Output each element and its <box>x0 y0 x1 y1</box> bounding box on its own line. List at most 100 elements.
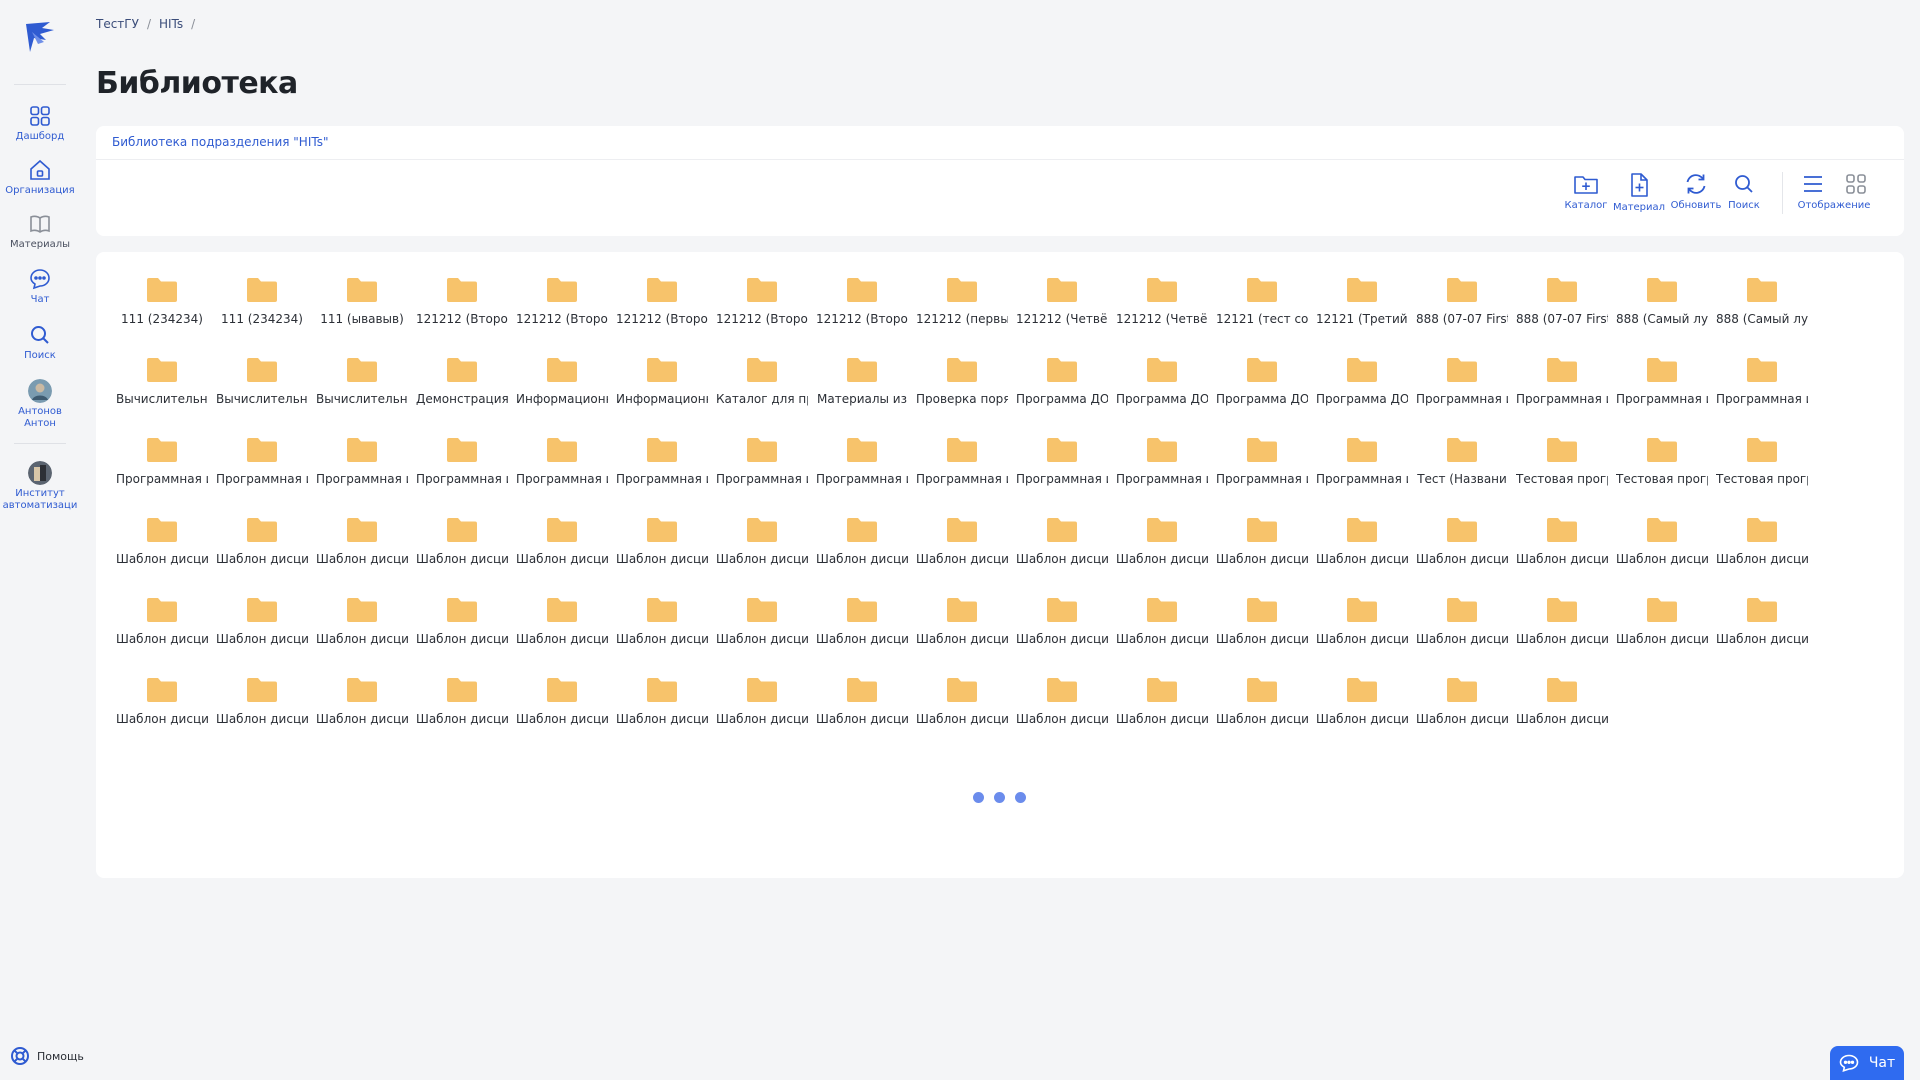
folder-tile[interactable]: Шаблон дисциг <box>1612 590 1712 670</box>
folder-tile[interactable]: Тестовая прогр <box>1712 430 1812 510</box>
folder-tile[interactable]: Программная и <box>1512 350 1612 430</box>
folder-tile[interactable]: Программная и <box>312 430 412 510</box>
folder-tile[interactable]: Шаблон дисциг <box>612 670 712 750</box>
folder-tile[interactable]: Шаблон дисциг <box>1012 670 1112 750</box>
grid-view-icon[interactable] <box>1844 172 1868 196</box>
folder-tile[interactable]: Шаблон дисциг <box>812 590 912 670</box>
folder-tile[interactable]: Материалы из <box>812 350 912 430</box>
folder-tile[interactable]: Шаблон дисциг <box>412 510 512 590</box>
folder-tile[interactable]: Шаблон дисциг <box>1412 510 1512 590</box>
folder-tile[interactable]: 121212 (Второй <box>712 270 812 350</box>
folder-tile[interactable]: Шаблон дисциг <box>1412 670 1512 750</box>
folder-tile[interactable]: Шаблон дисциг <box>1012 590 1112 670</box>
folder-tile[interactable]: 111 (234234) <box>212 270 312 350</box>
folder-tile[interactable]: Тест (Названи <box>1412 430 1512 510</box>
folder-tile[interactable]: Программная и <box>1312 430 1412 510</box>
folder-tile[interactable]: Шаблон дисциг <box>312 590 412 670</box>
folder-tile[interactable]: Шаблон дисциг <box>912 670 1012 750</box>
folder-tile[interactable]: Шаблон дисциг <box>612 510 712 590</box>
breadcrumb-item[interactable]: HITs <box>159 17 183 31</box>
folder-tile[interactable]: Шаблон дисциг <box>1712 510 1812 590</box>
folder-tile[interactable]: Демонстрация <box>412 350 512 430</box>
folder-tile[interactable]: Программная и <box>912 430 1012 510</box>
list-view-icon[interactable] <box>1801 172 1825 196</box>
folder-tile[interactable]: Проверка поря <box>912 350 1012 430</box>
folder-tile[interactable]: Программа ДО <box>1312 350 1412 430</box>
folder-tile[interactable]: Шаблон дисциг <box>112 510 212 590</box>
folder-tile[interactable]: Шаблон дисциг <box>312 510 412 590</box>
folder-tile[interactable]: Шаблон дисциг <box>1012 510 1112 590</box>
sidebar-item-materials[interactable]: Материалы <box>0 212 80 251</box>
folder-tile[interactable]: Шаблон дисциг <box>1112 670 1212 750</box>
folder-tile[interactable]: Шаблон дисциг <box>412 590 512 670</box>
folder-tile[interactable]: Тестовая прогр <box>1612 430 1712 510</box>
sidebar-item-organization[interactable]: Организация <box>0 158 80 197</box>
folder-tile[interactable]: Шаблон дисциг <box>912 590 1012 670</box>
folder-tile[interactable]: 111 (234234) <box>112 270 212 350</box>
logo-icon[interactable] <box>20 18 60 56</box>
folder-tile[interactable]: Шаблон дисциг <box>1412 590 1512 670</box>
add-material-button[interactable]: Материал <box>1610 172 1668 213</box>
chat-button[interactable]: Чат <box>1830 1046 1904 1080</box>
folder-tile[interactable]: Шаблон дисциг <box>1312 590 1412 670</box>
folder-tile[interactable]: Программа ДО <box>1112 350 1212 430</box>
add-catalog-button[interactable]: Каталог <box>1562 172 1610 211</box>
folder-tile[interactable]: Шаблон дисциг <box>712 510 812 590</box>
folder-tile[interactable]: 888 (Самый луч <box>1712 270 1812 350</box>
library-subtitle[interactable]: Библиотека подразделения "HITs" <box>112 135 328 149</box>
sidebar-item-search[interactable]: Поиск <box>0 323 80 362</box>
folder-tile[interactable]: Информационн <box>512 350 612 430</box>
folder-tile[interactable]: Программная и <box>212 430 312 510</box>
folder-tile[interactable]: Шаблон дисциг <box>1612 510 1712 590</box>
folder-tile[interactable]: Программная и <box>712 430 812 510</box>
folder-tile[interactable]: Программная и <box>1712 350 1812 430</box>
folder-tile[interactable]: Шаблон дисциг <box>712 590 812 670</box>
folder-tile[interactable]: Шаблон дисциг <box>412 670 512 750</box>
folder-tile[interactable]: Шаблон дисциг <box>1112 510 1212 590</box>
folder-tile[interactable]: Программная и <box>1012 430 1112 510</box>
folder-tile[interactable]: Каталог для пр <box>712 350 812 430</box>
folder-tile[interactable]: Программная и <box>1212 430 1312 510</box>
folder-tile[interactable]: Шаблон дисциг <box>1512 510 1612 590</box>
folder-tile[interactable]: Программная и <box>1412 350 1512 430</box>
folder-tile[interactable]: Программная и <box>512 430 612 510</box>
folder-tile[interactable]: Шаблон дисциг <box>612 590 712 670</box>
folder-tile[interactable]: 111 (ывавыв) <box>312 270 412 350</box>
folder-tile[interactable]: Шаблон дисциг <box>212 670 312 750</box>
folder-tile[interactable]: 121212 (Четвёрт <box>1012 270 1112 350</box>
folder-tile[interactable]: Шаблон дисциг <box>912 510 1012 590</box>
folder-tile[interactable]: Шаблон дисциг <box>1212 670 1312 750</box>
folder-tile[interactable]: Шаблон дисциг <box>112 590 212 670</box>
folder-tile[interactable]: Вычислительная <box>212 350 312 430</box>
folder-tile[interactable]: Вычислительная <box>312 350 412 430</box>
folder-tile[interactable]: Информационн <box>612 350 712 430</box>
folder-tile[interactable]: 888 (Самый луч <box>1612 270 1712 350</box>
folder-tile[interactable]: Шаблон дисциг <box>712 670 812 750</box>
folder-tile[interactable]: Программная и <box>1112 430 1212 510</box>
folder-tile[interactable]: Шаблон дисциг <box>512 590 612 670</box>
folder-tile[interactable]: Программная и <box>812 430 912 510</box>
folder-tile[interactable]: Программа ДО <box>1012 350 1112 430</box>
folder-tile[interactable]: Программная и <box>612 430 712 510</box>
folder-tile[interactable]: Шаблон дисциг <box>1212 590 1312 670</box>
sidebar-item-chat[interactable]: Чат <box>0 267 80 306</box>
folder-tile[interactable]: Шаблон дисциг <box>512 670 612 750</box>
folder-tile[interactable]: 121212 (первый <box>912 270 1012 350</box>
folder-tile[interactable]: Тестовая прогр <box>1512 430 1612 510</box>
folder-tile[interactable]: Шаблон дисциг <box>212 510 312 590</box>
folder-tile[interactable]: Шаблон дисциг <box>812 670 912 750</box>
folder-tile[interactable]: Программа ДО <box>1212 350 1312 430</box>
folder-tile[interactable]: Шаблон дисциг <box>112 670 212 750</box>
folder-tile[interactable]: 121212 (Второй <box>612 270 712 350</box>
folder-tile[interactable]: Шаблон дисциг <box>1512 670 1612 750</box>
folder-tile[interactable]: Шаблон дисциг <box>212 590 312 670</box>
folder-tile[interactable]: Шаблон дисциг <box>1712 590 1812 670</box>
folder-tile[interactable]: Шаблон дисциг <box>1112 590 1212 670</box>
folder-tile[interactable]: Программная и <box>112 430 212 510</box>
folder-tile[interactable]: Программная и <box>412 430 512 510</box>
folder-tile[interactable]: Программная и <box>1612 350 1712 430</box>
folder-tile[interactable]: 12121 (Третий п <box>1312 270 1412 350</box>
folder-tile[interactable]: 121212 (Четвёрт <box>1112 270 1212 350</box>
breadcrumb-item[interactable]: ТестГУ <box>96 17 139 31</box>
refresh-button[interactable]: Обновить <box>1668 172 1724 211</box>
